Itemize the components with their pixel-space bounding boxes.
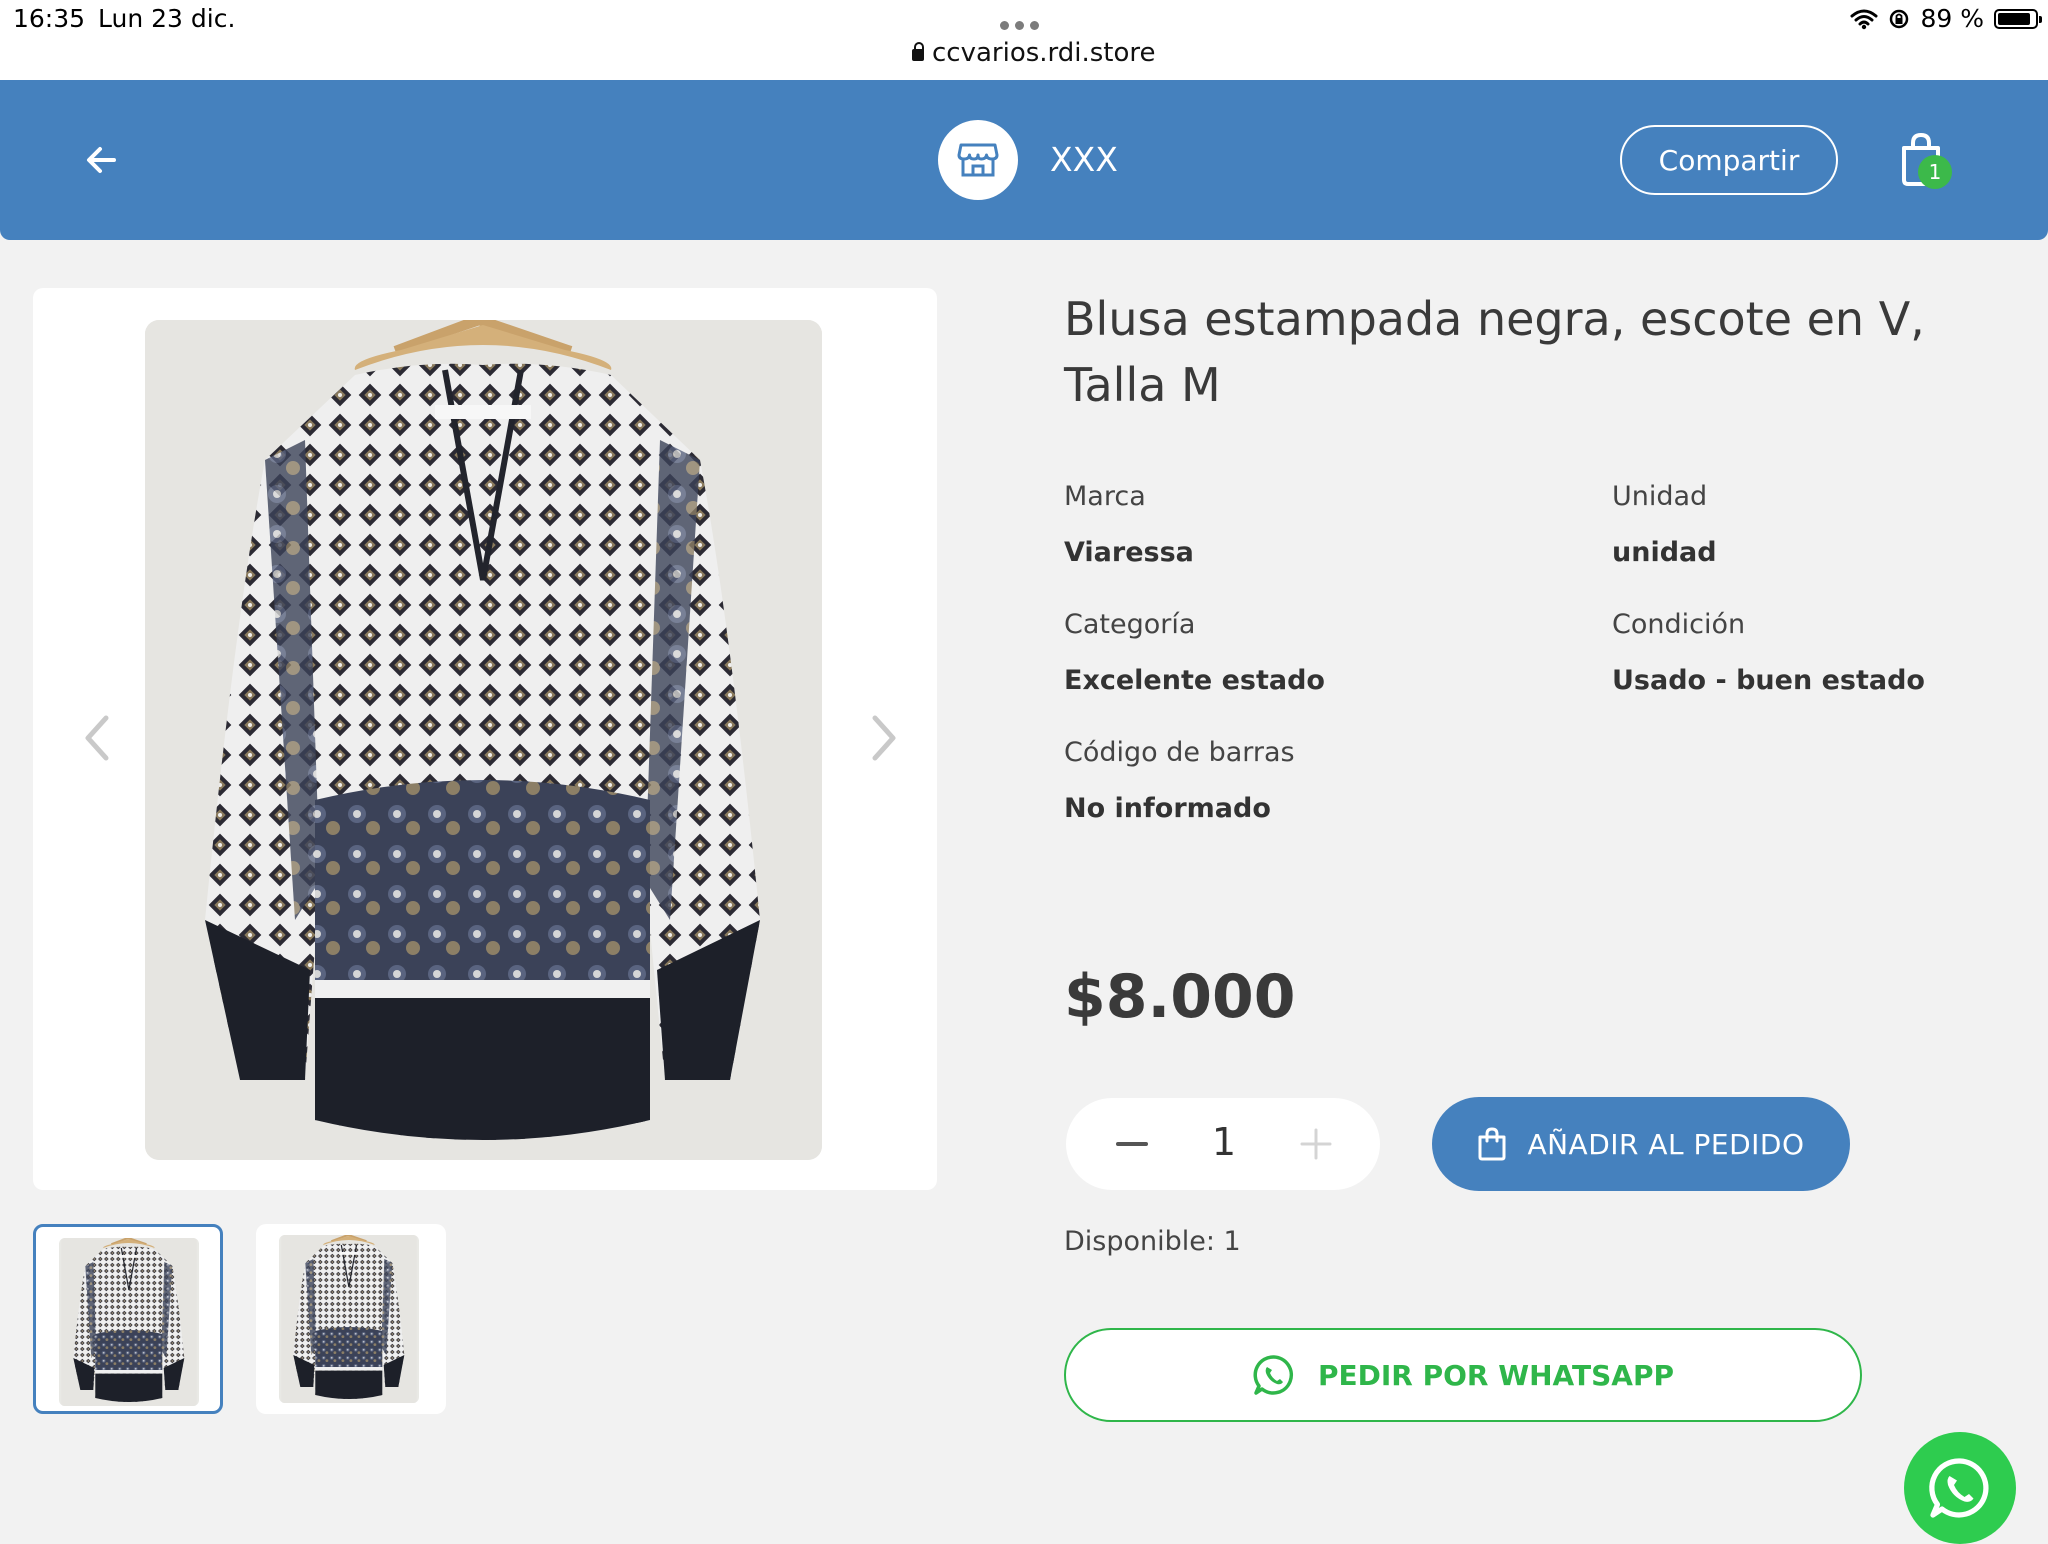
product-main-photo[interactable] xyxy=(145,320,822,1160)
whatsapp-icon xyxy=(1253,1355,1294,1395)
chevron-left-icon[interactable] xyxy=(78,708,118,768)
order-whatsapp-button[interactable]: PEDIR POR WHATSAPP xyxy=(1064,1328,1862,1422)
product-image-card xyxy=(33,288,937,1190)
attr-label-barcode: Código de barras xyxy=(1064,737,1295,768)
attr-label-unit: Unidad xyxy=(1612,481,1708,512)
attr-label-category: Categoría xyxy=(1064,609,1196,640)
browser-menu-dots-icon[interactable] xyxy=(1000,15,1048,30)
share-button[interactable]: Compartir xyxy=(1620,125,1838,195)
address-bar[interactable]: ccvarios.rdi.store xyxy=(912,38,1156,68)
add-to-order-button[interactable]: AÑADIR AL PEDIDO xyxy=(1432,1097,1850,1191)
minus-icon[interactable] xyxy=(1112,1128,1152,1160)
gallery-thumbnail-1[interactable] xyxy=(33,1224,223,1414)
attr-value-brand: Viaressa xyxy=(1064,537,1194,568)
battery-percent: 89 % xyxy=(1920,4,1984,33)
attr-label-condition: Condición xyxy=(1612,609,1746,640)
product-price: $8.000 xyxy=(1064,962,1296,1032)
product-title: Blusa estampada negra, escote en V, Tall… xyxy=(1064,292,1925,412)
status-date: Lun 23 dic. xyxy=(98,4,236,33)
thumbnail-photo xyxy=(279,1235,419,1403)
lock-icon xyxy=(912,42,924,61)
whatsapp-icon xyxy=(1929,1458,1989,1518)
battery-icon xyxy=(1994,8,2042,29)
blouse-photo xyxy=(145,320,822,1160)
plus-icon[interactable] xyxy=(1296,1124,1336,1164)
attr-value-category: Excelente estado xyxy=(1064,665,1325,696)
availability-text: Disponible: 1 xyxy=(1064,1226,1241,1257)
battery-fill xyxy=(1998,12,2030,25)
add-to-order-label: AÑADIR AL PEDIDO xyxy=(1527,1127,1805,1161)
attr-value-barcode: No informado xyxy=(1064,793,1271,824)
status-indicators: 89 % xyxy=(1850,4,2042,33)
store-header: XXX Compartir 1 xyxy=(0,80,2048,240)
floating-whatsapp-button[interactable] xyxy=(1904,1432,2016,1544)
gallery-thumbnail-2[interactable] xyxy=(256,1224,446,1414)
quantity-stepper: 1 xyxy=(1066,1098,1380,1190)
back-arrow-icon[interactable] xyxy=(80,138,124,182)
wifi-icon xyxy=(1850,9,1878,29)
chevron-right-icon[interactable] xyxy=(863,708,903,768)
store-name: XXX xyxy=(1050,140,1118,179)
thumbnail-photo xyxy=(59,1238,199,1406)
store-logo[interactable] xyxy=(938,120,1018,200)
quantity-value[interactable]: 1 xyxy=(1206,1120,1242,1164)
rotation-lock-icon xyxy=(1890,9,1909,28)
attr-value-condition: Usado - buen estado xyxy=(1612,665,1925,696)
storefront-icon xyxy=(957,143,999,177)
url-text: ccvarios.rdi.store xyxy=(932,38,1156,68)
shopping-bag-icon xyxy=(1478,1127,1506,1161)
status-time: 16:35 xyxy=(13,4,86,33)
status-bar: 16:35 Lun 23 dic. ccvarios.rdi.store 89 … xyxy=(0,0,2048,80)
attr-value-unit: unidad xyxy=(1612,537,1717,568)
cart-count-badge: 1 xyxy=(1918,155,1952,189)
attr-label-brand: Marca xyxy=(1064,481,1146,512)
whatsapp-button-label: PEDIR POR WHATSAPP xyxy=(1317,1358,1675,1392)
